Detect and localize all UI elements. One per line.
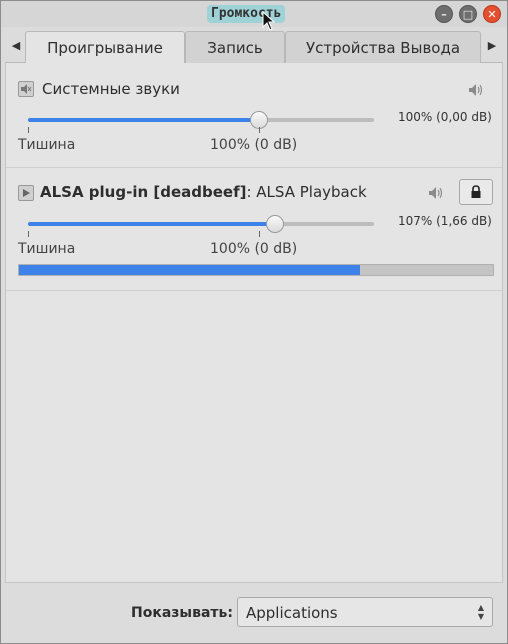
volume-slider-fill <box>28 118 259 122</box>
dropdown-arrows-icon: ▲ ▼ <box>477 603 484 621</box>
slider-100-tick <box>258 127 260 133</box>
close-button[interactable]: ✕ <box>483 5 501 23</box>
slider-min-label: Тишина <box>18 241 76 257</box>
minimize-icon: – <box>441 7 447 21</box>
slider-100-tick <box>258 231 260 237</box>
volume-value-label: 107% (1,66 dB) <box>398 214 492 228</box>
close-icon: ✕ <box>487 7 497 21</box>
stream-name: Системные звуки <box>42 80 180 98</box>
maximize-icon: □ <box>462 7 474 21</box>
slider-min-tick <box>28 127 29 133</box>
slider-100-label: 100% (0 dB) <box>210 137 298 153</box>
muted-speaker-icon <box>18 81 34 97</box>
slider-min-tick <box>28 231 29 237</box>
maximize-button[interactable]: □ <box>459 5 477 23</box>
lock-channels-button[interactable] <box>459 179 493 205</box>
volume-slider-track[interactable] <box>28 118 374 122</box>
tab-scroll-right-icon[interactable]: ▶ <box>483 29 501 61</box>
tab-output-devices[interactable]: Устройства Вывода <box>285 31 481 63</box>
stream-system-sounds: Системные звуки 100% (0,00 dB) Тишина 10… <box>6 63 502 167</box>
stream-name-suffix: : ALSA Playback <box>246 183 367 201</box>
slider-100-label: 100% (0 dB) <box>210 241 298 257</box>
tab-bar: ◀ Проигрывание Запись Устройства Вывода … <box>5 29 503 64</box>
show-filter-value: Applications <box>246 604 338 622</box>
stream-separator <box>6 290 502 291</box>
volume-control-window: Громкость – □ ✕ ◀ Проигрывание Запись Ус… <box>0 0 508 644</box>
tab-recording[interactable]: Запись <box>185 31 285 63</box>
mute-toggle-speaker-icon[interactable] <box>468 83 484 97</box>
lock-icon <box>471 185 481 198</box>
minimize-button[interactable]: – <box>435 5 453 23</box>
stream-name: ALSA plug-in [deadbeef]: ALSA Playback <box>40 183 367 201</box>
play-app-icon <box>18 185 34 201</box>
tab-scroll-left-icon[interactable]: ◀ <box>7 29 25 61</box>
mouse-cursor-icon <box>262 11 276 31</box>
peak-level-meter <box>18 264 494 276</box>
stream-alsa-plugin: ALSA plug-in [deadbeef]: ALSA Playback 1… <box>6 168 502 290</box>
title-bar[interactable]: Громкость – □ ✕ <box>1 1 507 31</box>
show-filter-label: Показывать: <box>131 605 233 621</box>
streams-panel: Системные звуки 100% (0,00 dB) Тишина 10… <box>5 63 503 583</box>
mute-toggle-speaker-icon[interactable] <box>428 186 444 200</box>
slider-min-label: Тишина <box>18 137 76 153</box>
volume-slider-knob[interactable] <box>265 215 284 233</box>
volume-slider-track[interactable] <box>28 222 374 226</box>
volume-slider-fill <box>28 222 275 226</box>
show-filter-dropdown[interactable]: Applications ▲ ▼ <box>237 597 493 627</box>
tab-playback[interactable]: Проигрывание <box>25 31 185 64</box>
peak-level-meter-fill <box>19 265 361 275</box>
stream-app-name: ALSA plug-in [deadbeef] <box>40 183 247 201</box>
volume-value-label: 100% (0,00 dB) <box>398 110 492 124</box>
